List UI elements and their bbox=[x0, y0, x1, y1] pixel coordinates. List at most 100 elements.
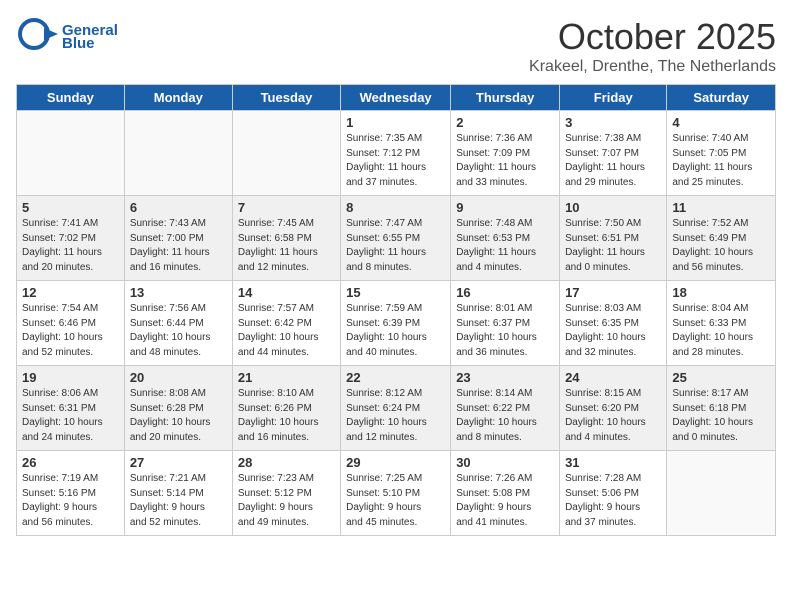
day-number: 18 bbox=[672, 285, 770, 300]
calendar-cell: 3 Sunrise: 7:38 AM Sunset: 7:07 PM Daylig… bbox=[560, 111, 667, 196]
day-number: 12 bbox=[22, 285, 119, 300]
day-info: Sunrise: 8:17 AM Sunset: 6:18 PM Dayligh… bbox=[672, 387, 770, 445]
day-number: 3 bbox=[565, 115, 661, 130]
day-info: Sunrise: 7:57 AM Sunset: 6:42 PM Dayligh… bbox=[238, 302, 335, 360]
day-info: Sunrise: 7:25 AM Sunset: 5:10 PM Dayligh… bbox=[346, 472, 445, 530]
calendar-cell: 23 Sunrise: 8:14 AM Sunset: 6:22 PM Dayli… bbox=[451, 366, 560, 451]
day-number: 16 bbox=[456, 285, 554, 300]
weekday-header: Thursday bbox=[451, 85, 560, 111]
calendar-cell: 7 Sunrise: 7:45 AM Sunset: 6:58 PM Daylig… bbox=[232, 196, 340, 281]
calendar-cell: 26 Sunrise: 7:19 AM Sunset: 5:16 PM Dayli… bbox=[17, 451, 125, 536]
day-number: 2 bbox=[456, 115, 554, 130]
day-info: Sunrise: 7:48 AM Sunset: 6:53 PM Dayligh… bbox=[456, 217, 554, 275]
day-info: Sunrise: 7:56 AM Sunset: 6:44 PM Dayligh… bbox=[130, 302, 227, 360]
calendar-cell: 4 Sunrise: 7:40 AM Sunset: 7:05 PM Daylig… bbox=[667, 111, 776, 196]
month-title: October 2025 bbox=[529, 16, 776, 58]
day-info: Sunrise: 7:50 AM Sunset: 6:51 PM Dayligh… bbox=[565, 217, 661, 275]
calendar-cell: 20 Sunrise: 8:08 AM Sunset: 6:28 PM Dayli… bbox=[124, 366, 232, 451]
calendar-cell bbox=[667, 451, 776, 536]
calendar-week-row: 19Sunrise: 8:06 AM Sunset: 6:31 PM Dayli… bbox=[17, 366, 776, 451]
day-info: Sunrise: 7:35 AM Sunset: 7:12 PM Dayligh… bbox=[346, 132, 445, 190]
day-info: Sunrise: 8:10 AM Sunset: 6:26 PM Dayligh… bbox=[238, 387, 335, 445]
calendar-cell: 25Sunrise: 8:17 AM Sunset: 6:18 PM Dayli… bbox=[667, 366, 776, 451]
day-number: 6 bbox=[130, 200, 227, 215]
day-info: Sunrise: 8:08 AM Sunset: 6:28 PM Dayligh… bbox=[130, 387, 227, 445]
calendar-cell: 22Sunrise: 8:12 AM Sunset: 6:24 PM Dayli… bbox=[341, 366, 451, 451]
day-info: Sunrise: 8:12 AM Sunset: 6:24 PM Dayligh… bbox=[346, 387, 445, 445]
day-number: 23 bbox=[456, 370, 554, 385]
calendar-cell: 21 Sunrise: 8:10 AM Sunset: 6:26 PM Dayli… bbox=[232, 366, 340, 451]
calendar-week-row: 26 Sunrise: 7:19 AM Sunset: 5:16 PM Dayli… bbox=[17, 451, 776, 536]
logo: General Blue bbox=[16, 16, 118, 58]
day-number: 11 bbox=[672, 200, 770, 215]
day-number: 29 bbox=[346, 455, 445, 470]
calendar-table: SundayMondayTuesdayWednesdayThursdayFrid… bbox=[16, 84, 776, 536]
day-number: 24 bbox=[565, 370, 661, 385]
calendar-week-row: 5 Sunrise: 7:41 AM Sunset: 7:02 PM Daylig… bbox=[17, 196, 776, 281]
calendar-cell: 19Sunrise: 8:06 AM Sunset: 6:31 PM Dayli… bbox=[17, 366, 125, 451]
day-info: Sunrise: 7:36 AM Sunset: 7:09 PM Dayligh… bbox=[456, 132, 554, 190]
day-info: Sunrise: 8:15 AM Sunset: 6:20 PM Dayligh… bbox=[565, 387, 661, 445]
title-block: October 2025 Krakeel, Drenthe, The Nethe… bbox=[529, 16, 776, 76]
day-number: 19 bbox=[22, 370, 119, 385]
day-info: Sunrise: 8:01 AM Sunset: 6:37 PM Dayligh… bbox=[456, 302, 554, 360]
day-info: Sunrise: 7:21 AM Sunset: 5:14 PM Dayligh… bbox=[130, 472, 227, 530]
day-info: Sunrise: 7:52 AM Sunset: 6:49 PM Dayligh… bbox=[672, 217, 770, 275]
calendar-cell: 8 Sunrise: 7:47 AM Sunset: 6:55 PM Daylig… bbox=[341, 196, 451, 281]
day-info: Sunrise: 7:54 AM Sunset: 6:46 PM Dayligh… bbox=[22, 302, 119, 360]
day-number: 8 bbox=[346, 200, 445, 215]
weekday-header: Tuesday bbox=[232, 85, 340, 111]
day-info: Sunrise: 7:19 AM Sunset: 5:16 PM Dayligh… bbox=[22, 472, 119, 530]
calendar-cell: 18 Sunrise: 8:04 AM Sunset: 6:33 PM Dayli… bbox=[667, 281, 776, 366]
calendar-cell: 14 Sunrise: 7:57 AM Sunset: 6:42 PM Dayli… bbox=[232, 281, 340, 366]
day-number: 4 bbox=[672, 115, 770, 130]
weekday-header: Monday bbox=[124, 85, 232, 111]
day-number: 26 bbox=[22, 455, 119, 470]
day-number: 27 bbox=[130, 455, 227, 470]
calendar-cell: 31Sunrise: 7:28 AM Sunset: 5:06 PM Dayli… bbox=[560, 451, 667, 536]
day-info: Sunrise: 7:45 AM Sunset: 6:58 PM Dayligh… bbox=[238, 217, 335, 275]
day-number: 14 bbox=[238, 285, 335, 300]
calendar-week-row: 12 Sunrise: 7:54 AM Sunset: 6:46 PM Dayli… bbox=[17, 281, 776, 366]
day-number: 28 bbox=[238, 455, 335, 470]
calendar-cell bbox=[124, 111, 232, 196]
weekday-header: Saturday bbox=[667, 85, 776, 111]
day-info: Sunrise: 7:40 AM Sunset: 7:05 PM Dayligh… bbox=[672, 132, 770, 190]
weekday-header: Friday bbox=[560, 85, 667, 111]
calendar-cell: 11 Sunrise: 7:52 AM Sunset: 6:49 PM Dayli… bbox=[667, 196, 776, 281]
calendar-cell: 17 Sunrise: 8:03 AM Sunset: 6:35 PM Dayli… bbox=[560, 281, 667, 366]
day-info: Sunrise: 8:04 AM Sunset: 6:33 PM Dayligh… bbox=[672, 302, 770, 360]
day-number: 1 bbox=[346, 115, 445, 130]
calendar-cell: 1 Sunrise: 7:35 AM Sunset: 7:12 PM Daylig… bbox=[341, 111, 451, 196]
day-number: 31 bbox=[565, 455, 661, 470]
calendar-cell: 30 Sunrise: 7:26 AM Sunset: 5:08 PM Dayli… bbox=[451, 451, 560, 536]
calendar-cell: 28Sunrise: 7:23 AM Sunset: 5:12 PM Dayli… bbox=[232, 451, 340, 536]
weekday-header: Wednesday bbox=[341, 85, 451, 111]
day-number: 7 bbox=[238, 200, 335, 215]
calendar-week-row: 1 Sunrise: 7:35 AM Sunset: 7:12 PM Daylig… bbox=[17, 111, 776, 196]
day-number: 9 bbox=[456, 200, 554, 215]
weekday-header: Sunday bbox=[17, 85, 125, 111]
calendar-cell: 9 Sunrise: 7:48 AM Sunset: 6:53 PM Daylig… bbox=[451, 196, 560, 281]
day-info: Sunrise: 7:41 AM Sunset: 7:02 PM Dayligh… bbox=[22, 217, 119, 275]
day-number: 17 bbox=[565, 285, 661, 300]
day-number: 30 bbox=[456, 455, 554, 470]
calendar-cell: 5 Sunrise: 7:41 AM Sunset: 7:02 PM Daylig… bbox=[17, 196, 125, 281]
day-info: Sunrise: 7:47 AM Sunset: 6:55 PM Dayligh… bbox=[346, 217, 445, 275]
calendar-cell: 13 Sunrise: 7:56 AM Sunset: 6:44 PM Dayli… bbox=[124, 281, 232, 366]
day-info: Sunrise: 7:26 AM Sunset: 5:08 PM Dayligh… bbox=[456, 472, 554, 530]
calendar-cell bbox=[17, 111, 125, 196]
calendar-cell: 10 Sunrise: 7:50 AM Sunset: 6:51 PM Dayli… bbox=[560, 196, 667, 281]
calendar-cell bbox=[232, 111, 340, 196]
day-number: 21 bbox=[238, 370, 335, 385]
day-info: Sunrise: 8:14 AM Sunset: 6:22 PM Dayligh… bbox=[456, 387, 554, 445]
day-number: 5 bbox=[22, 200, 119, 215]
day-number: 20 bbox=[130, 370, 227, 385]
day-info: Sunrise: 7:38 AM Sunset: 7:07 PM Dayligh… bbox=[565, 132, 661, 190]
day-info: Sunrise: 8:03 AM Sunset: 6:35 PM Dayligh… bbox=[565, 302, 661, 360]
calendar-cell: 24 Sunrise: 8:15 AM Sunset: 6:20 PM Dayli… bbox=[560, 366, 667, 451]
day-number: 15 bbox=[346, 285, 445, 300]
day-number: 10 bbox=[565, 200, 661, 215]
calendar-cell: 12 Sunrise: 7:54 AM Sunset: 6:46 PM Dayli… bbox=[17, 281, 125, 366]
day-number: 13 bbox=[130, 285, 227, 300]
